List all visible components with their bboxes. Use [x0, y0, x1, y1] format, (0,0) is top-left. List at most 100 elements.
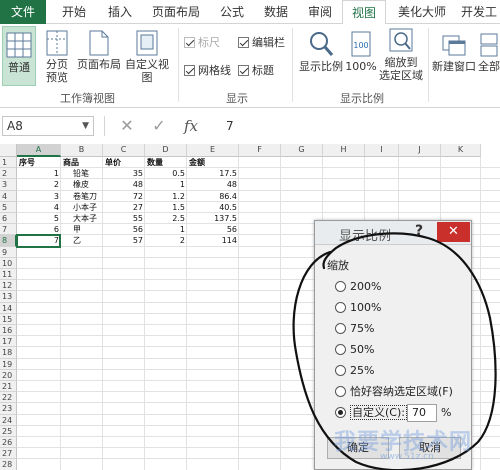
zoom-100-button[interactable]: 100 100% — [344, 26, 378, 86]
column-header[interactable]: D — [145, 144, 187, 157]
data-cell[interactable]: 1 — [145, 224, 187, 236]
column-header[interactable]: C — [103, 144, 145, 157]
row-header[interactable]: 11 — [0, 269, 17, 281]
chevron-down-icon[interactable]: ▼ — [82, 117, 89, 135]
column-header[interactable]: A — [17, 144, 61, 157]
select-all-corner[interactable] — [0, 144, 17, 157]
zoom-option-radio[interactable]: 50% — [335, 342, 374, 358]
row-header[interactable]: 13 — [0, 291, 17, 303]
row-header[interactable]: 18 — [0, 347, 17, 359]
data-cell[interactable]: 56 — [103, 224, 145, 236]
data-cell[interactable]: 48 — [103, 179, 145, 191]
column-header[interactable]: I — [365, 144, 399, 157]
zoom-to-selection-button[interactable]: 缩放到 选定区域 — [378, 26, 424, 86]
headings-checkbox[interactable]: 标题 — [238, 64, 274, 78]
zoom-option-radio[interactable]: 恰好容纳选定区域(F) — [335, 384, 453, 400]
enter-icon[interactable]: ✓ — [148, 116, 170, 136]
zoom-option-radio[interactable]: 自定义(C): — [335, 405, 407, 421]
row-header[interactable]: 28 — [0, 459, 17, 470]
data-cell[interactable]: 1 — [17, 168, 61, 180]
data-cell[interactable]: 0.5 — [145, 168, 187, 180]
header-cell[interactable]: 序号 — [17, 157, 61, 169]
row-header[interactable]: 14 — [0, 302, 17, 314]
data-cell[interactable]: 橡皮 — [61, 179, 103, 191]
row-header[interactable]: 22 — [0, 392, 17, 404]
row-header[interactable]: 26 — [0, 437, 17, 449]
tab-8[interactable]: 美化大师 — [390, 0, 454, 24]
close-button[interactable]: ✕ — [437, 222, 470, 242]
header-cell[interactable]: 数量 — [145, 157, 187, 169]
row-header[interactable]: 27 — [0, 448, 17, 460]
zoom-option-radio[interactable]: 200% — [335, 279, 381, 295]
gridlines-checkbox[interactable]: 网格线 — [184, 64, 231, 78]
row-header[interactable]: 15 — [0, 313, 17, 325]
tab-5[interactable]: 数据 — [256, 0, 296, 24]
tab-2[interactable]: 插入 — [100, 0, 140, 24]
zoom-button[interactable]: 显示比例 — [296, 26, 346, 86]
page-layout-button[interactable]: 页面布局 — [76, 26, 122, 86]
zoom-option-radio[interactable]: 25% — [335, 363, 374, 379]
data-cell[interactable]: 86.4 — [187, 191, 239, 203]
data-cell[interactable]: 56 — [187, 224, 239, 236]
data-cell[interactable]: 卷笔刀 — [61, 191, 103, 203]
data-cell[interactable]: 27 — [103, 202, 145, 214]
data-cell[interactable]: 55 — [103, 213, 145, 225]
data-cell[interactable]: 1.5 — [145, 202, 187, 214]
data-cell[interactable]: 2.5 — [145, 213, 187, 225]
row-header[interactable]: 8 — [0, 235, 17, 247]
row-header[interactable]: 7 — [0, 224, 17, 236]
tab-0[interactable]: 文件 — [0, 0, 46, 24]
tab-3[interactable]: 页面布局 — [144, 0, 208, 24]
data-cell[interactable]: 17.5 — [187, 168, 239, 180]
data-cell[interactable]: 48 — [187, 179, 239, 191]
row-header[interactable]: 24 — [0, 414, 17, 426]
cancel-icon[interactable]: ✕ — [116, 116, 138, 136]
row-header[interactable]: 5 — [0, 201, 17, 213]
insert-function-icon[interactable]: fx — [180, 116, 202, 136]
ruler-checkbox[interactable]: 标尺 — [184, 36, 220, 50]
tab-9[interactable]: 开发工 — [458, 0, 500, 24]
data-cell[interactable]: 72 — [103, 191, 145, 203]
header-cell[interactable]: 商品 — [61, 157, 103, 169]
header-cell[interactable]: 金额 — [187, 157, 239, 169]
data-cell[interactable]: 2 — [17, 179, 61, 191]
data-cell[interactable]: 1.2 — [145, 191, 187, 203]
data-cell[interactable]: 3 — [17, 191, 61, 203]
data-cell[interactable]: 小本子 — [61, 202, 103, 214]
tab-6[interactable]: 审阅 — [300, 0, 340, 24]
data-cell[interactable]: 乙 — [61, 235, 103, 247]
new-window-button[interactable]: 新建窗口 — [430, 26, 478, 86]
data-cell[interactable]: 40.5 — [187, 202, 239, 214]
header-cell[interactable]: 单价 — [103, 157, 145, 169]
column-header[interactable]: E — [187, 144, 239, 157]
row-header[interactable]: 4 — [0, 190, 17, 202]
column-header[interactable]: B — [61, 144, 103, 157]
custom-view-button[interactable]: 自定义视图 — [120, 26, 174, 86]
row-header[interactable]: 23 — [0, 403, 17, 415]
help-icon[interactable]: ? — [415, 223, 423, 239]
column-header[interactable]: K — [441, 144, 481, 157]
normal-view-button[interactable]: 普通 — [2, 26, 36, 86]
data-cell[interactable]: 甲 — [61, 224, 103, 236]
row-header[interactable]: 3 — [0, 179, 17, 191]
row-header[interactable]: 19 — [0, 358, 17, 370]
data-cell[interactable]: 114 — [187, 235, 239, 247]
row-header[interactable]: 12 — [0, 280, 17, 292]
arrange-all-button[interactable]: 全部 — [478, 26, 500, 86]
row-header[interactable]: 1 — [0, 157, 17, 169]
tab-4[interactable]: 公式 — [212, 0, 252, 24]
custom-zoom-input[interactable]: 70 — [407, 404, 437, 422]
row-header[interactable]: 17 — [0, 336, 17, 348]
formula-bar-checkbox[interactable]: 编辑栏 — [238, 36, 285, 50]
tab-7[interactable]: 视图 — [342, 0, 386, 25]
row-header[interactable]: 25 — [0, 425, 17, 437]
row-header[interactable]: 16 — [0, 325, 17, 337]
formula-input[interactable]: 7 — [210, 116, 498, 136]
row-header[interactable]: 9 — [0, 246, 17, 258]
data-cell[interactable]: 137.5 — [187, 213, 239, 225]
data-cell[interactable]: 5 — [17, 213, 61, 225]
row-header[interactable]: 2 — [0, 168, 17, 180]
column-header[interactable]: H — [323, 144, 365, 157]
data-cell[interactable]: 铅笔 — [61, 168, 103, 180]
data-cell[interactable]: 1 — [145, 179, 187, 191]
